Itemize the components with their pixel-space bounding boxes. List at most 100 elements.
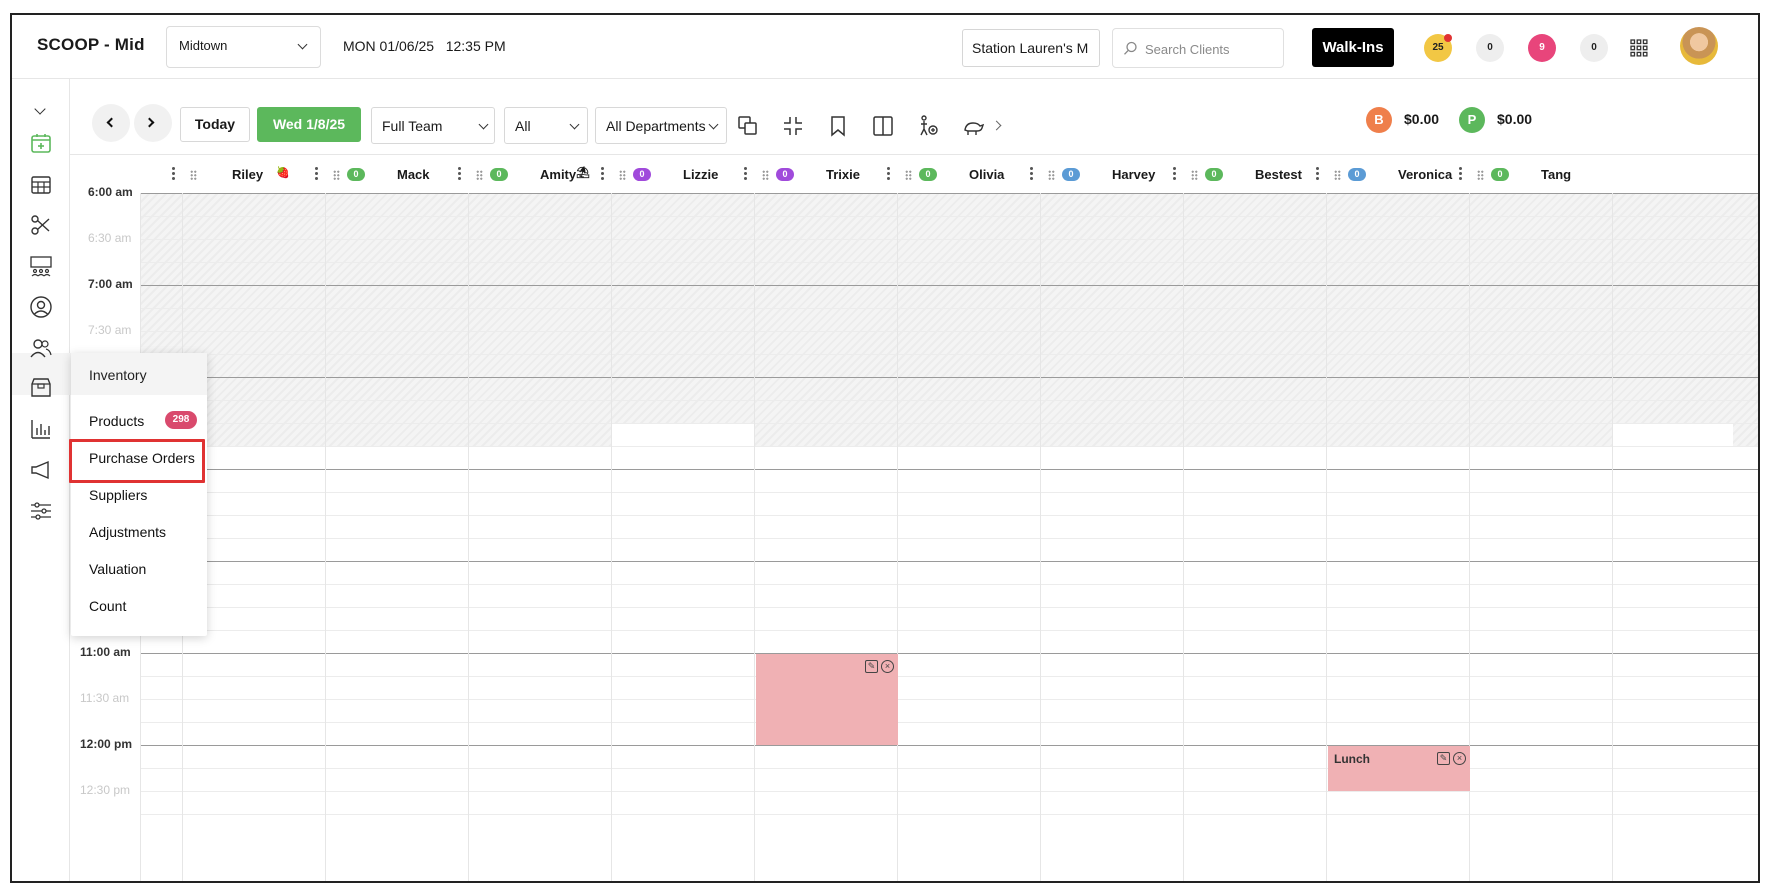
drag-handle-icon[interactable] xyxy=(333,170,340,180)
drag-handle-icon[interactable] xyxy=(1048,170,1055,180)
collapse-chevron-icon[interactable] xyxy=(34,103,46,115)
kebab-menu-icon[interactable] xyxy=(744,167,747,182)
kebab-menu-icon[interactable] xyxy=(1316,167,1319,182)
bookmark-icon[interactable] xyxy=(827,115,849,137)
staff-column-header[interactable]: 0 Olivia xyxy=(897,155,1040,193)
filter-select-value: All xyxy=(515,118,531,134)
filter-select[interactable]: All xyxy=(504,107,588,144)
kebab-menu-icon[interactable] xyxy=(887,167,890,182)
edit-icon[interactable]: ✎ xyxy=(865,660,878,673)
drag-handle-icon[interactable] xyxy=(190,170,197,180)
staff-column-header[interactable]: 0 Mack xyxy=(325,155,468,193)
menu-item-products[interactable]: Products xyxy=(89,413,144,429)
search-input[interactable] xyxy=(1145,39,1275,59)
more-tools-chevron-icon[interactable] xyxy=(991,120,1002,131)
add-walker-icon[interactable] xyxy=(917,115,939,137)
close-icon[interactable]: × xyxy=(881,660,894,673)
staff-column-header[interactable]: 0 Tang xyxy=(1469,155,1612,193)
column-divider xyxy=(1326,193,1327,881)
staff-column-header[interactable]: 0 Amity ⛱ xyxy=(468,155,611,193)
classroom-icon[interactable] xyxy=(29,254,53,278)
staff-name: Riley xyxy=(232,167,264,182)
scissors-icon[interactable] xyxy=(29,213,53,237)
kebab-menu-icon[interactable] xyxy=(601,167,604,182)
drag-handle-icon[interactable] xyxy=(1191,170,1198,180)
time-row-line xyxy=(140,768,1758,769)
search-clients-box[interactable] xyxy=(1112,28,1284,68)
department-select[interactable]: All Departments xyxy=(595,107,727,144)
calendar-grid-icon[interactable] xyxy=(29,172,53,196)
settings-sliders-icon[interactable] xyxy=(29,499,53,523)
menu-item-valuation[interactable]: Valuation xyxy=(89,561,146,577)
drag-handle-icon[interactable] xyxy=(1477,170,1484,180)
time-row-line xyxy=(140,262,1758,263)
drag-handle-icon[interactable] xyxy=(476,170,483,180)
users-icon[interactable] xyxy=(29,336,53,360)
staff-booking-count-badge: 0 xyxy=(347,168,365,181)
appointment-block[interactable]: Lunch ✎ × xyxy=(1328,746,1470,791)
kebab-menu-icon[interactable] xyxy=(172,167,175,182)
team-select[interactable]: Full Team xyxy=(371,107,495,144)
walk-ins-button[interactable]: Walk-Ins xyxy=(1312,28,1394,67)
drag-handle-icon[interactable] xyxy=(1334,170,1341,180)
compress-icon[interactable] xyxy=(782,115,804,137)
staff-column-header[interactable]: Riley 🍓 xyxy=(182,155,325,193)
date-picker-button[interactable]: Wed 1/8/25 xyxy=(257,107,361,142)
next-day-button[interactable] xyxy=(134,104,172,142)
drag-handle-icon[interactable] xyxy=(905,170,912,180)
time-row-line xyxy=(140,492,1758,493)
column-divider xyxy=(1183,193,1184,881)
chevron-down-icon xyxy=(569,119,580,130)
staff-column-header[interactable]: 0 Trixie xyxy=(754,155,897,193)
kebab-menu-icon[interactable] xyxy=(315,167,318,182)
split-view-icon[interactable] xyxy=(872,115,894,137)
kebab-menu-icon[interactable] xyxy=(1030,167,1033,182)
time-row-line xyxy=(140,446,1758,447)
user-avatar[interactable] xyxy=(1680,27,1718,65)
inventory-box-icon[interactable] xyxy=(29,376,53,400)
kebab-menu-icon[interactable] xyxy=(1173,167,1176,182)
time-row-line xyxy=(140,354,1758,355)
calendar-toolbar: Today Wed 1/8/25 Full Team All All Depar… xyxy=(70,79,1758,155)
appointment-block[interactable]: ✎ × xyxy=(756,654,898,745)
calendar-add-icon[interactable] xyxy=(29,131,53,155)
menu-item-adjustments[interactable]: Adjustments xyxy=(89,524,166,540)
drag-handle-icon[interactable] xyxy=(762,170,769,180)
counter-badge[interactable]: 0 xyxy=(1580,34,1608,62)
calendar-grid: Riley 🍓 0 Mack 0 Amity ⛱ 0 Lizzie 0 Trixie 0 Olivia 0… xyxy=(70,155,1758,881)
reports-chart-icon[interactable] xyxy=(29,417,53,441)
apps-grid-icon[interactable] xyxy=(1630,39,1648,57)
staff-name: Mack xyxy=(397,167,430,182)
staff-name: Lizzie xyxy=(683,167,719,182)
location-select[interactable]: Midtown xyxy=(166,26,321,68)
available-slot[interactable] xyxy=(612,424,755,446)
staff-column-header[interactable]: 0 Bestest xyxy=(1183,155,1326,193)
megaphone-icon[interactable] xyxy=(29,458,53,482)
kebab-menu-icon[interactable] xyxy=(1459,167,1462,182)
pet-icon[interactable] xyxy=(962,115,984,137)
close-icon[interactable]: × xyxy=(1453,752,1466,765)
edit-icon[interactable]: ✎ xyxy=(1437,752,1450,765)
time-row-line xyxy=(140,423,1758,424)
inventory-flyout-menu: Inventory Products 298 Purchase Orders S… xyxy=(69,353,207,636)
staff-column-header[interactable]: 0 Harvey xyxy=(1040,155,1183,193)
available-slot[interactable] xyxy=(1613,424,1733,446)
user-circle-icon[interactable] xyxy=(29,295,53,319)
copy-icon[interactable] xyxy=(737,115,759,137)
staff-column-header[interactable]: 0 Lizzie xyxy=(611,155,754,193)
counter-badge[interactable]: 9 xyxy=(1528,34,1556,62)
drag-handle-icon[interactable] xyxy=(619,170,626,180)
notification-badge[interactable]: 25 xyxy=(1424,34,1452,62)
time-row-line xyxy=(140,538,1758,539)
today-button[interactable]: Today xyxy=(180,107,250,142)
station-field[interactable]: Station Lauren's M xyxy=(962,29,1100,67)
time-row-line xyxy=(140,791,1758,792)
counter-badge[interactable]: 0 xyxy=(1476,34,1504,62)
kebab-menu-icon[interactable] xyxy=(458,167,461,182)
staff-booking-count-badge: 0 xyxy=(490,168,508,181)
staff-column-header[interactable]: 0 Veronica xyxy=(1326,155,1469,193)
alert-dot xyxy=(1444,34,1452,42)
menu-item-suppliers[interactable]: Suppliers xyxy=(89,487,147,503)
menu-item-count[interactable]: Count xyxy=(89,598,126,614)
prev-day-button[interactable] xyxy=(92,104,130,142)
